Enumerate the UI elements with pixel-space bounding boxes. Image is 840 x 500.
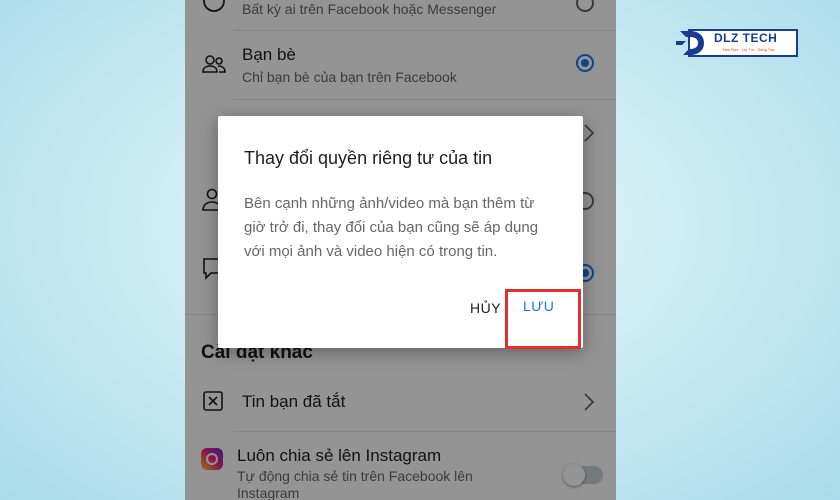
- dialog-body: Bên cạnh những ảnh/video mà bạn thêm từ …: [244, 195, 539, 260]
- brand-logo: DLZ TECH Tâm Đức - Uy Tín - Sáng Tạo: [674, 26, 799, 60]
- logo-d-icon: [676, 31, 704, 55]
- logo-tagline: Tâm Đức - Uy Tín - Sáng Tạo: [722, 47, 775, 52]
- cancel-button[interactable]: HỦY: [470, 300, 501, 316]
- save-button-highlight: [505, 289, 581, 349]
- dialog-title: Thay đổi quyền riêng tư của tin: [244, 148, 493, 168]
- logo-brand-text: DLZ TECH: [714, 31, 778, 45]
